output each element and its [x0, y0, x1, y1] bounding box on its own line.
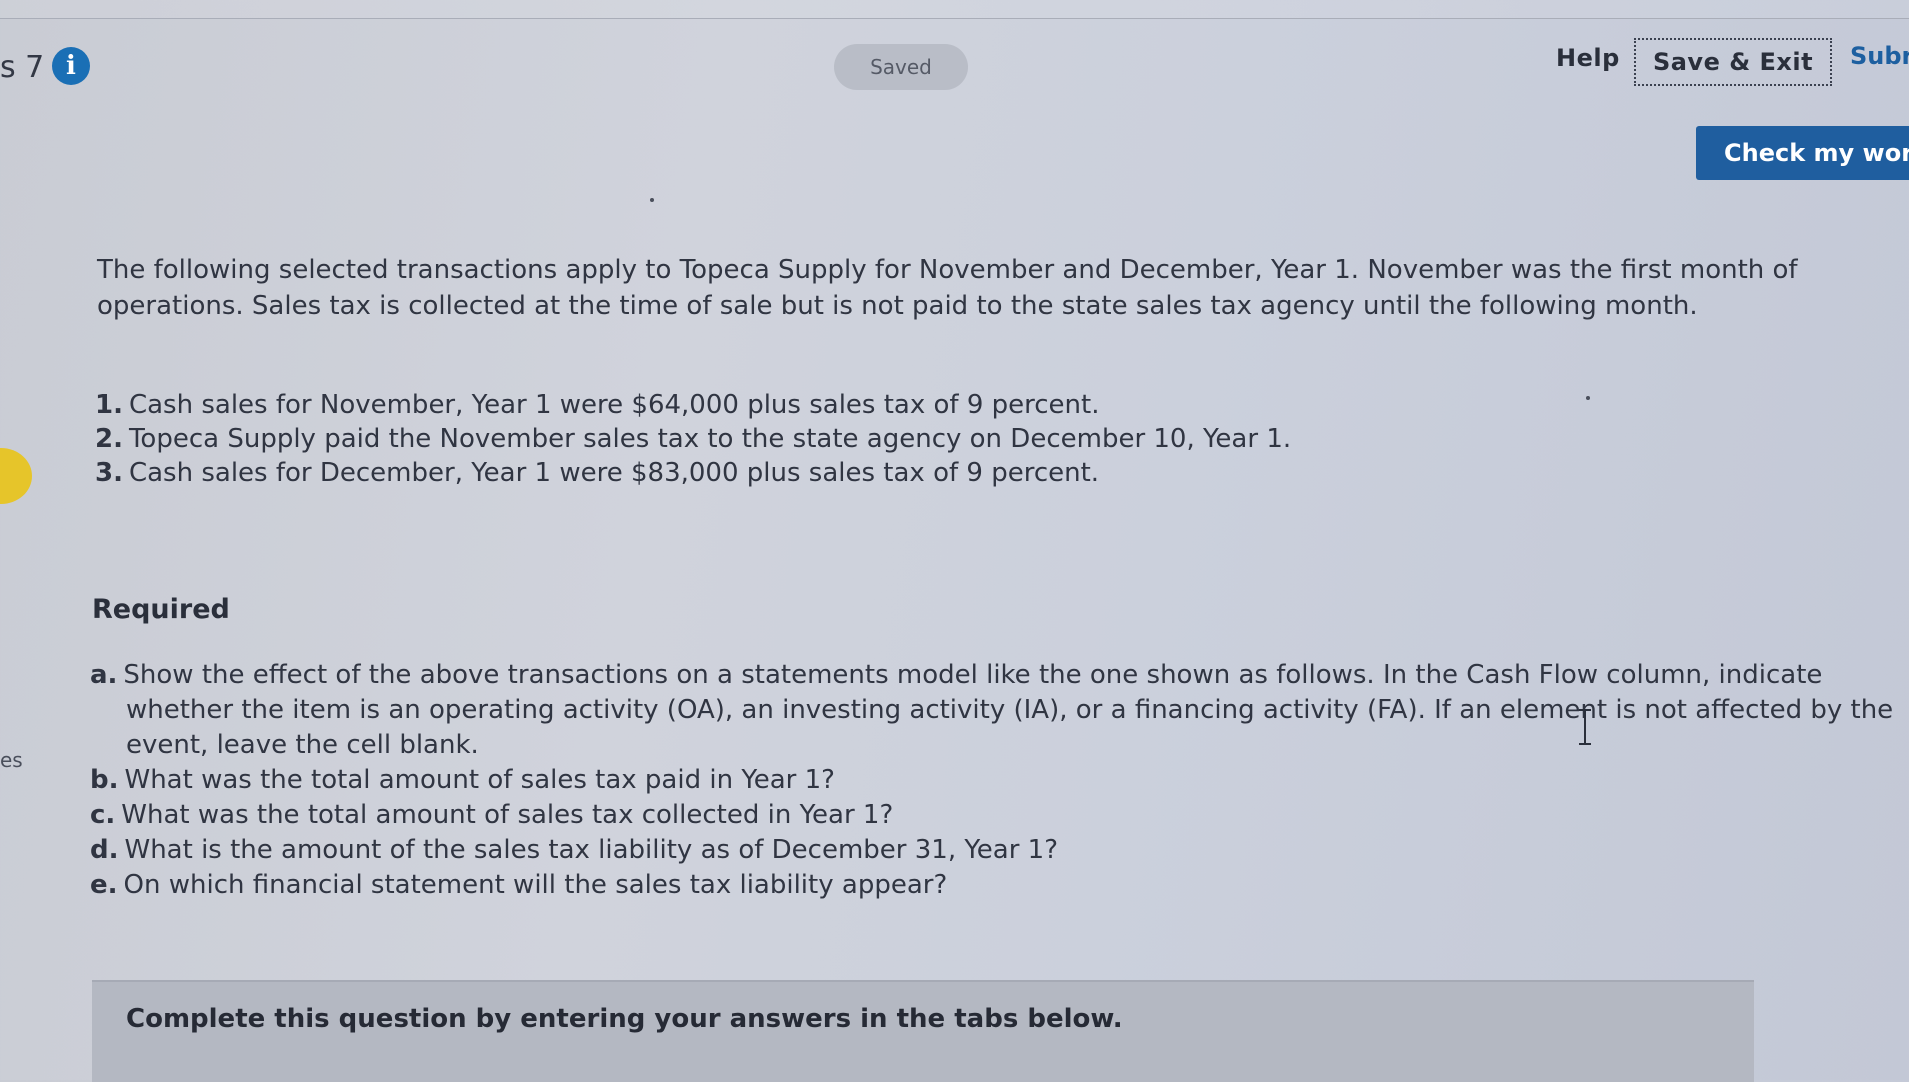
stray-dot	[650, 198, 654, 202]
list-item: 2. Topeca Supply paid the November sales …	[95, 424, 1292, 454]
question-number-label: s 7	[0, 50, 45, 85]
check-my-work-button[interactable]: Check my worl	[1696, 126, 1909, 180]
left-fragment-text: es	[0, 748, 23, 772]
list-item: a. Show the effect of the above transacti…	[90, 660, 1894, 760]
text-cursor-icon	[1579, 709, 1591, 745]
list-item: 1. Cash sales for November, Year 1 were $…	[95, 390, 1100, 420]
transactions-list: 1. Cash sales for November, Year 1 were $…	[95, 388, 1291, 490]
submit-button[interactable]: Subr	[1850, 42, 1909, 70]
list-item: c. What was the total amount of sales tax…	[90, 800, 894, 830]
required-heading: Required	[92, 594, 230, 625]
left-nav-strip	[0, 18, 45, 1080]
list-item: b. What was the total amount of sales tax…	[90, 765, 835, 795]
stray-dot	[1586, 396, 1590, 400]
list-item: 3. Cash sales for December, Year 1 were $…	[95, 458, 1100, 488]
help-link[interactable]: Help	[1556, 44, 1620, 72]
answer-tabs-panel: Complete this question by entering your …	[92, 980, 1754, 1082]
list-item: e. On which financial statement will the …	[90, 870, 948, 900]
requirements-list: a. Show the effect of the above transacti…	[90, 658, 1900, 903]
saved-status: Saved	[834, 44, 968, 90]
info-icon[interactable]: i	[52, 47, 90, 85]
top-border	[0, 0, 1909, 19]
problem-intro: The following selected transactions appl…	[97, 255, 1798, 321]
tabs-instruction: Complete this question by entering your …	[126, 1004, 1123, 1034]
list-item: d. What is the amount of the sales tax li…	[90, 835, 1058, 865]
save-exit-button[interactable]: Save & Exit	[1634, 38, 1832, 86]
